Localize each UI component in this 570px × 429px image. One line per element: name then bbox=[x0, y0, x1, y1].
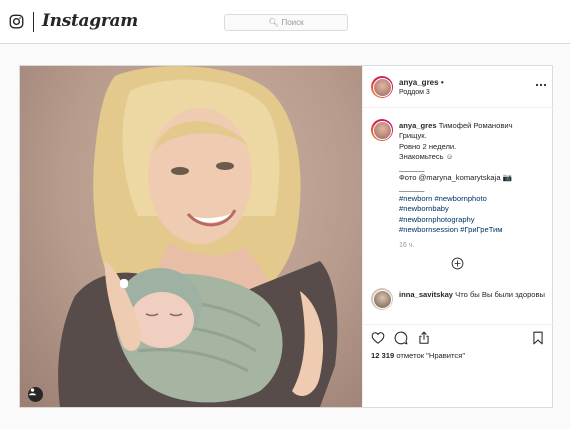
caption-hashtags[interactable]: #newbornphotography bbox=[399, 215, 549, 225]
add-comment-icon[interactable] bbox=[451, 257, 464, 270]
likes-label: отметок "Нравится" bbox=[396, 351, 466, 360]
avatar[interactable] bbox=[371, 76, 393, 98]
caption-separator: ______ bbox=[399, 162, 425, 172]
post-photo[interactable] bbox=[20, 66, 362, 407]
post-side-panel: anya_gres • Роддом 3 anya_gres Тимофей Р… bbox=[362, 66, 553, 407]
caption-line: Ровно 2 недели. bbox=[399, 141, 457, 151]
likes-count[interactable]: 12 319 отметок "Нравится" bbox=[371, 351, 465, 360]
search-icon: 🔍︎ bbox=[268, 18, 279, 27]
more-icon[interactable] bbox=[535, 83, 547, 87]
caption-line: Знакомьтесь ☺ bbox=[399, 152, 454, 162]
nav-divider bbox=[33, 12, 34, 32]
bookmark-icon[interactable] bbox=[531, 331, 545, 345]
instagram-wordmark[interactable]: Instagram bbox=[42, 11, 138, 31]
post-card: anya_gres • Роддом 3 anya_gres Тимофей Р… bbox=[19, 65, 553, 408]
caption-hashtags[interactable]: #newborn #newbornphoto bbox=[399, 194, 549, 204]
caption-line: Тимофей Романович bbox=[438, 121, 513, 130]
tagged-user-icon[interactable] bbox=[28, 387, 43, 402]
comment-username[interactable]: inna_savitskay bbox=[399, 290, 453, 299]
caption-hashtags[interactable]: #newbornsession #ГриГреТим bbox=[399, 225, 549, 235]
instagram-camera-icon[interactable] bbox=[9, 14, 24, 29]
post-header: anya_gres • Роддом 3 bbox=[363, 66, 553, 108]
post-username[interactable]: anya_gres • bbox=[399, 78, 444, 87]
caption-photo-credit[interactable]: Фото @maryna_komarytskaja 📷 bbox=[399, 173, 549, 183]
search-input[interactable]: 🔍︎ Поиск bbox=[224, 14, 348, 31]
caption-username[interactable]: anya_gres bbox=[399, 121, 437, 130]
caption-separator: ______ bbox=[399, 183, 425, 193]
post-caption: anya_gres Тимофей Романович Грищук. Ровн… bbox=[399, 121, 549, 235]
photo-illustration bbox=[58, 66, 338, 407]
share-icon[interactable] bbox=[417, 331, 431, 345]
heart-icon[interactable] bbox=[371, 331, 385, 345]
top-navigation: Instagram 🔍︎ Поиск bbox=[0, 0, 570, 44]
commenter-avatar[interactable] bbox=[371, 288, 393, 310]
post-username-text[interactable]: anya_gres bbox=[399, 78, 439, 87]
caption-hashtags[interactable]: #newbornbaby bbox=[399, 204, 549, 214]
comment-icon[interactable] bbox=[394, 331, 408, 345]
comment: inna_savitskay Что бы Вы были здоровы bbox=[399, 290, 549, 300]
search-placeholder: Поиск bbox=[281, 18, 304, 27]
comment-text: Что бы Вы были здоровы bbox=[455, 290, 546, 299]
post-location[interactable]: Роддом 3 bbox=[399, 89, 430, 96]
post-timestamp[interactable]: 16 ч. bbox=[399, 242, 414, 249]
follow-dot: • bbox=[440, 78, 444, 87]
likes-number: 12 319 bbox=[371, 351, 395, 360]
caption-line: Грищук. bbox=[399, 131, 427, 141]
caption-avatar[interactable] bbox=[371, 119, 393, 141]
post-actions: 12 319 отметок "Нравится" bbox=[363, 324, 553, 407]
